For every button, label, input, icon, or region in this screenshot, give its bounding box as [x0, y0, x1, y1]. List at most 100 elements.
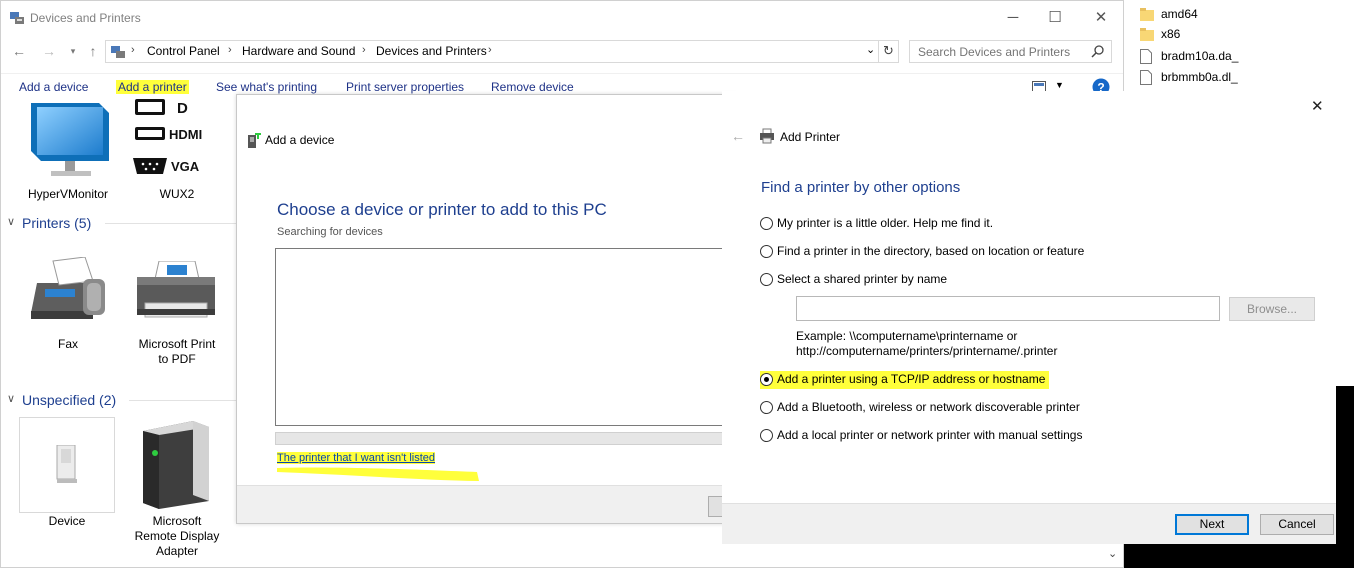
minimize-button[interactable]: ─ — [990, 5, 1036, 31]
microsoft-remote-display-adapter-device[interactable]: Microsoft Remote Display Adapter — [125, 417, 229, 563]
dialog-title: Add Printer — [780, 130, 841, 144]
dialog-footer — [237, 485, 735, 523]
remove-device-command[interactable]: Remove device — [491, 80, 574, 94]
generic-device-icon — [53, 444, 81, 485]
device-label: Device — [48, 514, 86, 528]
device-label-line2: Remote Display — [134, 529, 220, 543]
radio-button[interactable] — [760, 273, 773, 286]
breadcrumb-control-panel[interactable]: Control Panel — [147, 44, 220, 58]
device-label-line1: Microsoft — [152, 514, 202, 528]
browse-button[interactable]: Browse... — [1229, 297, 1315, 321]
background-region — [1336, 386, 1354, 568]
address-dropdown-chevron-icon[interactable]: ⌄ — [866, 43, 875, 56]
file-icon — [1140, 49, 1152, 64]
radio-button[interactable] — [760, 401, 773, 414]
displayport-icon: D — [135, 99, 191, 117]
dialog-close-icon[interactable]: ✕ — [1311, 97, 1324, 115]
window-title: Devices and Printers — [30, 11, 141, 25]
hdmi-label: HDMI — [169, 127, 202, 142]
option-label: Add a local printer or network printer w… — [777, 428, 1083, 442]
printer-icon — [133, 260, 219, 323]
dialog-title: Add a device — [265, 133, 335, 147]
server-box-icon — [139, 421, 211, 509]
back-arrow-icon[interactable]: ← — [731, 128, 745, 144]
address-bar-row: ← → ▾ ↑ › Control Panel › Hardware and S… — [1, 37, 1123, 65]
microsoft-print-to-pdf-device[interactable]: Microsoft Print to PDF — [125, 253, 229, 373]
hypervmonitor-device[interactable]: HyperVMonitor — [15, 99, 121, 205]
option-label: Select a shared printer by name — [777, 272, 948, 286]
radio-button[interactable] — [760, 217, 773, 230]
refresh-icon[interactable]: ↻ — [883, 43, 894, 59]
shared-printer-name-input[interactable] — [796, 296, 1220, 321]
search-status: Searching for devices — [277, 226, 383, 238]
hdmi-icon: HDMI — [135, 126, 221, 142]
dialog-heading: Find a printer by other options — [761, 179, 961, 196]
control-panel-icon — [110, 44, 126, 60]
see-whats-printing-command[interactable]: See what's printing — [216, 80, 317, 94]
device-label-line3: Adapter — [155, 544, 199, 558]
radio-button[interactable] — [760, 429, 773, 442]
breadcrumb-separator-icon: › — [228, 44, 232, 56]
svg-text:D: D — [177, 100, 188, 117]
add-printer-dialog: ✕ ← Add Printer Find a printer by other … — [722, 91, 1336, 544]
search-icon[interactable] — [1091, 44, 1105, 58]
option-label: Find a printer in the directory, based o… — [777, 244, 1085, 258]
device-label: Fax — [57, 337, 78, 351]
option-label: My printer is a little older. Help me fi… — [777, 216, 994, 230]
search-progress-bar — [275, 432, 735, 445]
background-region — [1124, 544, 1354, 568]
breadcrumb-separator-icon: › — [488, 44, 492, 56]
option-label: Add a Bluetooth, wireless or network dis… — [777, 400, 1080, 414]
option-tcpip[interactable]: Add a printer using a TCP/IP address or … — [760, 371, 1050, 389]
radio-button[interactable] — [760, 245, 773, 258]
printers-group-header[interactable]: Printers (5) — [22, 215, 91, 231]
scroll-down-chevron-icon[interactable]: ⌄ — [1108, 547, 1117, 560]
forward-arrow-icon[interactable]: → — [39, 41, 59, 61]
add-printer-command[interactable]: Add a printer — [116, 80, 189, 94]
search-input[interactable] — [910, 41, 1085, 62]
vga-label: VGA — [171, 159, 200, 174]
breadcrumb-hardware-sound[interactable]: Hardware and Sound — [242, 44, 355, 58]
add-device-icon — [246, 133, 262, 149]
search-box[interactable] — [909, 40, 1112, 63]
file-list-pane: amd64 x86 bradm10a.da_ brbmmb0a.dl_ — [1124, 0, 1354, 96]
folder-icon — [1140, 27, 1154, 42]
device-results-list[interactable] — [275, 248, 735, 426]
maximize-button[interactable]: ☐ — [1032, 5, 1078, 31]
back-arrow-icon[interactable]: ← — [9, 41, 29, 61]
radio-button-selected[interactable] — [760, 373, 773, 386]
printer-not-listed-link[interactable]: The printer that I want isn't listed — [277, 452, 436, 464]
recent-locations-chevron-icon[interactable]: ▾ — [63, 41, 83, 61]
file-name: bradm10a.da_ — [1161, 49, 1239, 63]
next-button[interactable]: Next — [1175, 514, 1249, 535]
device-label-line1: Microsoft Print — [138, 337, 216, 351]
print-server-properties-command[interactable]: Print server properties — [346, 80, 464, 94]
add-device-command[interactable]: Add a device — [19, 80, 88, 94]
fax-device[interactable]: Fax — [15, 253, 121, 353]
fax-icon — [23, 256, 115, 323]
view-options-chevron-icon[interactable]: ▼ — [1055, 80, 1064, 90]
devices-printers-icon — [9, 10, 25, 26]
file-icon — [1140, 70, 1152, 85]
example-text-line2: http://computername/printers/printername… — [796, 344, 1058, 358]
address-divider — [878, 41, 879, 62]
example-text-line1: Example: \\computername\printername or — [796, 329, 1018, 343]
title-bar: Devices and Printers ─ ☐ ✕ — [1, 1, 1123, 35]
collapse-chevron-icon[interactable]: ∨ — [7, 215, 15, 228]
group-divider — [105, 223, 237, 224]
wux2-device[interactable]: D HDMI VGA WUX2 — [125, 99, 229, 205]
device-tile[interactable]: Device — [19, 417, 115, 529]
file-name: amd64 — [1161, 7, 1198, 21]
up-arrow-icon[interactable]: ↑ — [83, 41, 103, 61]
cancel-button[interactable]: Cancel — [1260, 514, 1334, 535]
breadcrumb-separator-icon: › — [131, 44, 135, 56]
device-label-line2: to PDF — [158, 352, 196, 366]
breadcrumb-devices-printers[interactable]: Devices and Printers — [376, 44, 487, 58]
close-button[interactable]: ✕ — [1078, 5, 1123, 31]
add-device-dialog: Add a device Choose a device or printer … — [236, 94, 736, 524]
unspecified-group-header[interactable]: Unspecified (2) — [22, 392, 116, 408]
address-box[interactable]: › Control Panel › Hardware and Sound › D… — [105, 40, 899, 63]
printer-icon — [759, 128, 775, 144]
monitor-icon — [25, 103, 111, 183]
collapse-chevron-icon[interactable]: ∨ — [7, 392, 15, 405]
